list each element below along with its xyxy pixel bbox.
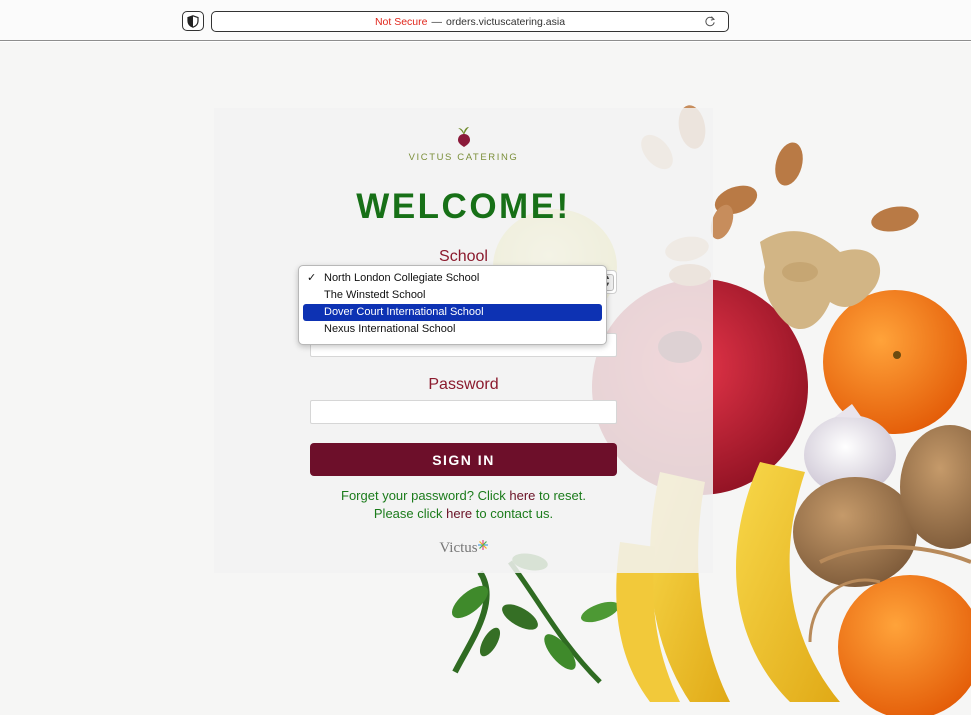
- logo-text: VICTUS CATERING: [408, 152, 519, 163]
- school-dropdown-menu: ✓ North London Collegiate School The Win…: [298, 265, 607, 345]
- checkmark-icon: ✓: [307, 272, 317, 284]
- security-status: Not Secure: [374, 15, 428, 28]
- school-option-label: North London Collegiate School: [324, 272, 480, 284]
- url-separator: —: [431, 15, 442, 28]
- contact-link[interactable]: here: [446, 506, 472, 521]
- reset-password-link[interactable]: here: [509, 488, 535, 503]
- contact-prefix: Please click: [373, 506, 447, 521]
- address-bar[interactable]: Not Secure — orders.victuscatering.asia: [211, 11, 729, 32]
- school-option-label: The Winstedt School: [324, 289, 426, 301]
- contact-suffix: to contact us.: [472, 506, 554, 521]
- school-option-label: Dover Court International School: [324, 306, 484, 318]
- welcome-heading: WELCOME!: [356, 187, 571, 226]
- browser-toolbar: Not Secure — orders.victuscatering.asia: [0, 0, 971, 41]
- privacy-report-button[interactable]: [182, 11, 204, 31]
- url-text: orders.victuscatering.asia: [445, 15, 566, 28]
- password-input[interactable]: [310, 400, 617, 424]
- school-option[interactable]: ✓ North London Collegiate School: [303, 270, 602, 287]
- shield-icon: [187, 14, 199, 28]
- page-content: VICTUS CATERING WELCOME! School ▲ ▼ Passw…: [0, 42, 971, 715]
- password-label: Password: [428, 376, 499, 393]
- beetroot-icon: [457, 127, 470, 147]
- footer-logo-text: Victus: [439, 540, 478, 556]
- victus-footer-logo: Victus: [214, 540, 713, 557]
- victus-catering-logo: VICTUS CATERING: [214, 126, 713, 163]
- spark-icon: [477, 540, 488, 550]
- reset-prefix: Forget your password? Click: [341, 488, 510, 503]
- school-label: School: [439, 248, 488, 265]
- reload-icon[interactable]: [704, 15, 716, 28]
- reset-password-text: Forget your password? Click here to rese…: [214, 488, 713, 503]
- school-option-highlighted[interactable]: Dover Court International School: [303, 304, 602, 321]
- school-option[interactable]: The Winstedt School: [303, 287, 602, 304]
- school-option-label: Nexus International School: [324, 323, 456, 335]
- contact-text: Please click here to contact us.: [214, 506, 713, 521]
- school-option[interactable]: Nexus International School: [303, 321, 602, 338]
- reset-suffix: to reset.: [535, 488, 586, 503]
- sign-in-button[interactable]: SIGN IN: [310, 443, 617, 476]
